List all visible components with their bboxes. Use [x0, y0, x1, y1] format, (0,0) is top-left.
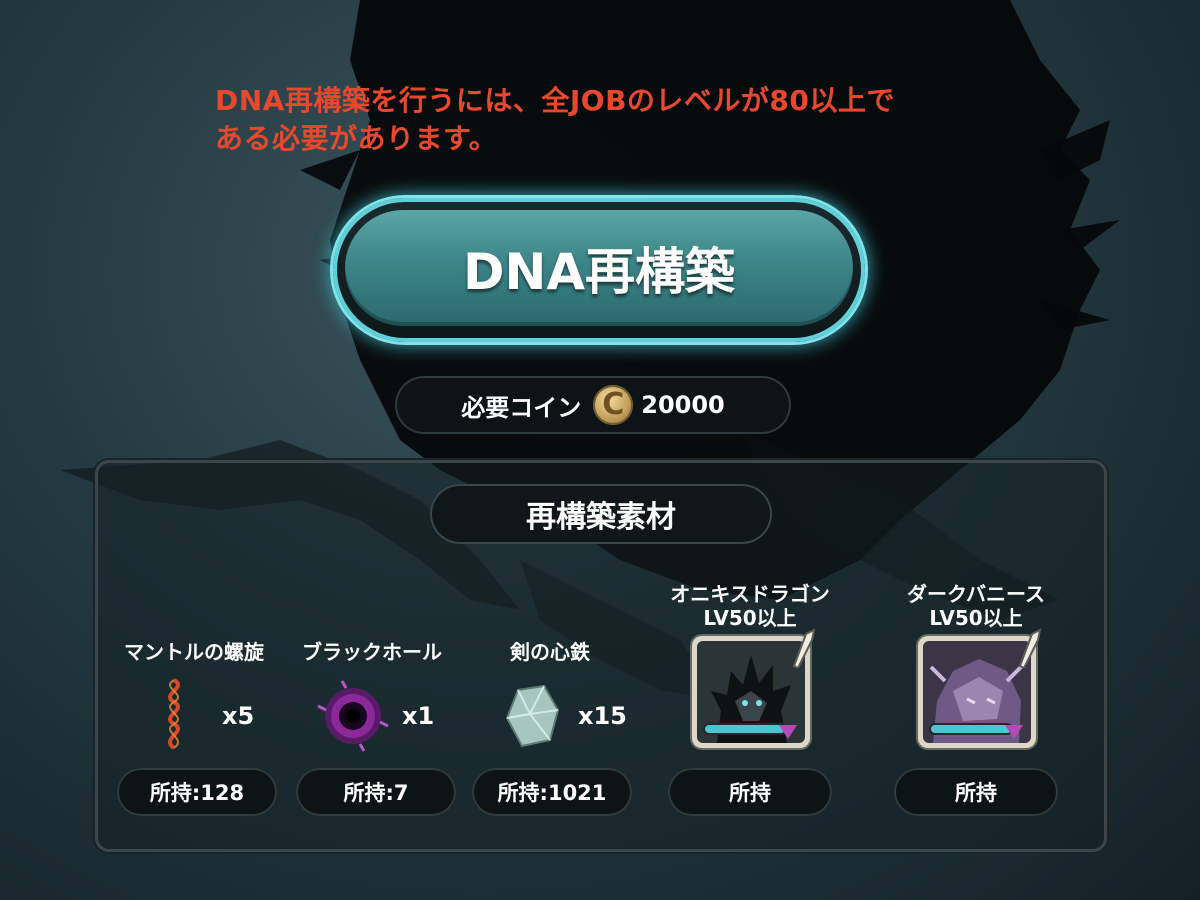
- monster-req-dark-banies: LV50以上: [929, 606, 1023, 630]
- crystal-ore-icon: [505, 684, 560, 748]
- dna-rebuild-screen: DNA再構築を行うには、全JOBのレベルが80以上で ある必要があります。 DN…: [0, 0, 1200, 900]
- dna-rebuild-button[interactable]: DNA再構築: [330, 195, 868, 345]
- required-coin-amount: 20000: [641, 391, 725, 419]
- dark-banies-portrait: [923, 641, 1031, 743]
- owned-status-dark-banies: 所持: [894, 768, 1058, 816]
- black-hole-icon: [317, 680, 389, 752]
- owned-count-black-hole: 所持:7: [296, 768, 456, 816]
- warning-line-2: ある必要があります。: [215, 122, 498, 155]
- spiral-dna-icon: [168, 678, 180, 750]
- material-name-sword-core-iron: 剣の心鉄: [510, 640, 590, 664]
- materials-panel-title: 再構築素材: [430, 484, 772, 544]
- dna-rebuild-button-face[interactable]: DNA再構築: [345, 210, 853, 326]
- material-qty-sword-core-iron: x15: [578, 702, 627, 730]
- material-name-mantle-spiral: マントルの螺旋: [124, 640, 264, 664]
- onyx-dragon-level-bar: [705, 725, 785, 733]
- materials-panel-title-text: 再構築素材: [526, 500, 676, 535]
- dark-banies-rank-gem-icon: [1005, 725, 1023, 739]
- dna-rebuild-button-label: DNA再構築: [462, 243, 736, 301]
- staff-weapon-icon: [792, 628, 816, 668]
- coin-icon: C: [593, 385, 634, 425]
- level-requirement-warning: DNA再構築を行うには、全JOBのレベルが80以上で ある必要があります。: [215, 82, 975, 158]
- material-qty-mantle-spiral: x5: [222, 702, 255, 730]
- monster-req-onyx-dragon: LV50以上: [703, 606, 797, 630]
- dark-banies-level-bar: [931, 725, 1011, 733]
- owned-count-mantle-spiral: 所持:128: [117, 768, 277, 816]
- onyx-dragon-portrait: [697, 641, 805, 743]
- onyx-dragon-card[interactable]: [692, 628, 816, 748]
- warning-line-1: DNA再構築を行うには、全JOBのレベルが80以上で: [215, 84, 895, 117]
- required-coin-label: 必要コイン: [461, 393, 582, 422]
- material-qty-black-hole: x1: [402, 702, 435, 730]
- required-coin-bar: 必要コイン C 20000: [395, 376, 791, 434]
- owned-status-onyx-dragon: 所持: [668, 768, 832, 816]
- onyx-dragon-rank-gem-icon: [779, 725, 797, 739]
- owned-count-sword-core-iron: 所持:1021: [472, 768, 632, 816]
- material-name-black-hole: ブラックホール: [302, 640, 442, 664]
- sword-weapon-icon: [1018, 628, 1042, 668]
- dark-banies-card[interactable]: [918, 628, 1042, 748]
